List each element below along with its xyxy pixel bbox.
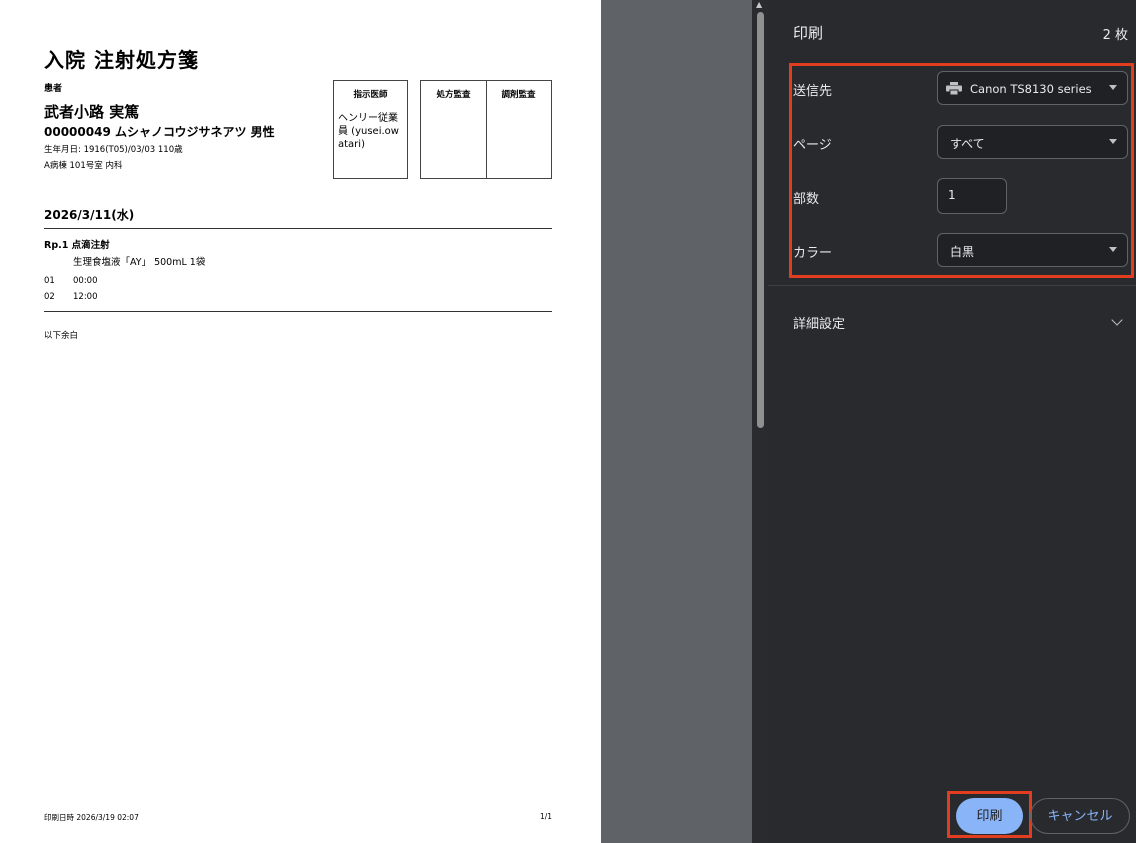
rp-time-number: 01 <box>44 276 55 286</box>
divider-bottom <box>44 311 552 312</box>
doctor-box-header: 指示医師 <box>353 90 388 100</box>
panel-divider <box>768 285 1136 286</box>
page-number: 1/1 <box>540 812 553 821</box>
pages-label: ページ <box>793 138 832 153</box>
more-settings-label: 詳細設定 <box>793 317 846 332</box>
rp-label: Rp.1 点滴注射 <box>44 240 110 251</box>
printer-icon <box>946 82 962 95</box>
copies-field[interactable] <box>937 178 1007 214</box>
print-dialog-title: 印刷 <box>793 24 824 42</box>
cancel-button[interactable]: キャンセル <box>1030 798 1130 834</box>
color-value: 白黒 <box>950 245 975 259</box>
destination-value: Canon TS8130 series <box>970 82 1092 96</box>
audit-box: 処方監査 調剤監査 <box>420 80 552 179</box>
doctor-box: 指示医師 ヘンリー従業員 (yusei.owatari) <box>333 80 408 179</box>
copies-input[interactable] <box>948 188 998 202</box>
scroll-thumb[interactable] <box>757 12 764 428</box>
divider-top <box>44 228 552 229</box>
remarks-text: 以下余白 <box>44 331 79 341</box>
destination-label: 送信先 <box>793 84 833 99</box>
print-preview-area: 入院 注射処方箋 患者 武者小路 実篤 00000049 ムシャノコウジサネアツ… <box>0 0 752 843</box>
prescription-date: 2026/3/11(水) <box>44 208 135 222</box>
sheet-count: 2 枚 <box>1102 28 1128 43</box>
patient-id-line: 00000049 ムシャノコウジサネアツ 男性 <box>44 125 275 139</box>
patient-dob: 生年月日: 1916(T05)/03/03 110歳 <box>44 145 183 155</box>
patient-name: 武者小路 実篤 <box>44 103 140 121</box>
document-title: 入院 注射処方箋 <box>44 48 199 72</box>
print-button[interactable]: 印刷 <box>956 798 1023 834</box>
dispensing-audit-cell: 調剤監査 <box>486 81 551 178</box>
destination-select[interactable]: Canon TS8130 series <box>937 71 1128 105</box>
prescription-audit-cell: 処方監査 <box>421 81 487 178</box>
dropdown-caret-icon <box>1109 85 1117 90</box>
doctor-name: ヘンリー従業員 (yusei.owatari) <box>338 113 399 150</box>
dropdown-caret-icon <box>1109 139 1117 144</box>
dispensing-audit-header: 調剤監査 <box>501 90 536 100</box>
color-label: カラー <box>793 246 833 261</box>
dropdown-caret-icon <box>1109 247 1117 252</box>
scroll-up-arrow-icon[interactable]: ▲ <box>756 0 762 9</box>
prescription-audit-header: 処方監査 <box>436 90 471 100</box>
more-settings-toggle[interactable]: 詳細設定 <box>768 302 1136 342</box>
rp-drug: 生理食塩液「AY」 500mL 1袋 <box>73 257 206 268</box>
color-select[interactable]: 白黒 <box>937 233 1128 267</box>
rp-time-value: 12:00 <box>73 292 98 302</box>
patient-label: 患者 <box>44 84 63 94</box>
preview-scrollbar[interactable]: ▲ <box>752 0 768 843</box>
pages-value: すべて <box>950 137 985 151</box>
print-datetime: 印刷日時 2026/3/19 02:07 <box>44 813 139 822</box>
preview-page: 入院 注射処方箋 患者 武者小路 実篤 00000049 ムシャノコウジサネアツ… <box>0 0 601 843</box>
pages-select[interactable]: すべて <box>937 125 1128 159</box>
rp-time-value: 00:00 <box>73 276 98 286</box>
copies-label: 部数 <box>793 192 820 207</box>
chevron-down-icon <box>1111 314 1123 326</box>
rp-time-number: 02 <box>44 292 55 302</box>
print-settings-panel: 印刷 2 枚 送信先 Canon TS8130 series ページ すべて 部… <box>768 0 1136 843</box>
patient-ward: A病棟 101号室 内科 <box>44 161 123 171</box>
